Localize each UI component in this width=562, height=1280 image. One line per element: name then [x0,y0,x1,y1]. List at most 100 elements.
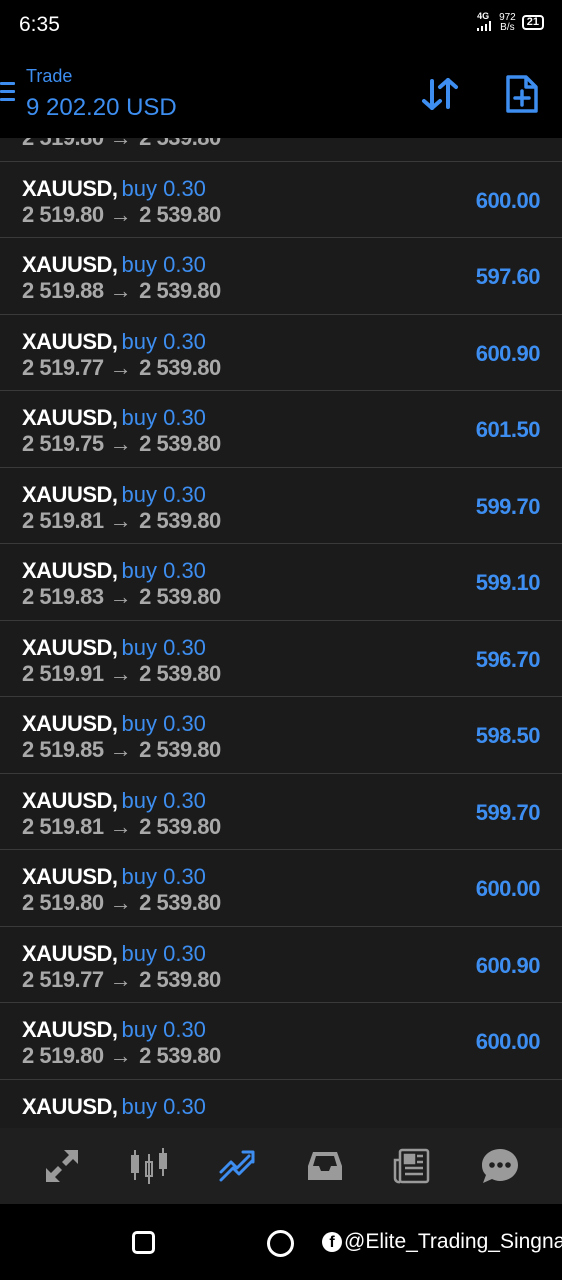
menu-icon[interactable] [0,82,15,106]
open-price: 2 519.77 [22,966,104,992]
app-header: Trade 9 202.20 USD [0,52,562,138]
history-icon [307,1152,342,1180]
arrow-icon: → [109,584,132,609]
quotes-icon [45,1150,78,1182]
position-row[interactable]: XAUUSD,buy 0.302 519.80→2 539.80600.00 [0,138,562,162]
position-prices: 2 519.80→ 2 539.80 [22,202,221,228]
open-price: 2 519.80 [22,890,104,915]
sort-button[interactable] [420,76,460,112]
recent-apps-button[interactable] [132,1231,155,1254]
position-symbol: XAUUSD, [22,252,118,277]
position-header: XAUUSD, buy 0.30 [22,405,206,431]
position-profit: 597.60 [475,264,541,289]
position-row[interactable]: XAUUSD,buy 0.302 519.80→2 539.80600.00 [0,161,562,238]
messages-icon [482,1149,519,1183]
add-document-icon [506,75,538,113]
network-indicator: 4G [477,12,493,33]
current-price: 2 539.80 [139,201,221,227]
position-prices: 2 519.88 → 2 539.80 [22,278,221,304]
bottom-navigation [0,1128,562,1204]
position-header: XAUUSD, buy 0.30 [22,176,206,202]
position-row[interactable]: XAUUSD,buy 0.302 519.80→2 539.80600.00 [0,850,562,927]
account-balance: 9 202.20 USD [26,94,177,121]
position-row[interactable]: XAUUSD, buy 0.30 2 519.85 → 2 539.80 598.50 [0,697,562,774]
position-row[interactable]: XAUUSD, buy 0.30 2 519.83 → 2 539.80 599.10 [0,544,562,621]
nav-history[interactable] [302,1143,348,1189]
open-price: 2 519.88 [22,278,104,303]
position-side: buy 0.30 [121,175,206,201]
position-header: XAUUSD, buy 0.30 [22,864,206,890]
position-profit: 598.50 [475,723,541,748]
position-row[interactable]: XAUUSD, buy 0.30 2 519.77 → 2 539.80 600.90 [0,926,562,1003]
open-price: 2 519.77 [22,354,104,380]
arrow-icon: → [109,966,132,992]
open-price: 2 519.81 [22,813,104,839]
position-header: XAUUSD, buy 0.30 [22,1094,206,1120]
position-profit: 600.90 [475,340,541,366]
arrow-icon: → [109,660,132,686]
position-row[interactable]: XAUUSD, buy 0.30 2 519.77 → 2 539.80 600.90 [0,314,562,391]
position-header: XAUUSD, buy 0.30 [22,1017,206,1043]
position-side: buy 0.30 [121,864,206,889]
home-button[interactable] [267,1230,294,1257]
position-side: buy 0.30 [121,405,206,430]
current-price: 2 539.80 [139,890,221,915]
open-price: 2 519.81 [22,507,104,533]
news-icon [394,1148,430,1184]
nav-messages[interactable] [477,1143,523,1189]
position-row[interactable]: XAUUSD, buy 0.30 2 519.88 → 2 539.80 597.60 [0,238,562,315]
nav-chart[interactable] [126,1143,172,1189]
arrow-icon: → [109,278,132,303]
open-price: 2 519.80 [22,138,104,150]
position-prices: 2 519.80→2 539.80 [22,1043,221,1069]
position-symbol: XAUUSD, [22,1017,118,1042]
position-row[interactable]: XAUUSD, buy 0.30 2 519.91 → 2 539.80 596.70 [0,620,562,697]
open-price: 2 519.80 [22,201,104,227]
position-symbol: XAUUSD, [22,558,118,583]
position-profit: 601.50 [475,417,541,442]
status-time: 6:35 [19,13,60,36]
page-title: Trade [26,66,73,86]
arrow-icon: → [109,890,132,915]
position-profit: 600.00 [475,1029,541,1054]
arrow-icon: → [109,431,132,456]
position-header: XAUUSD, buy 0.30 [22,252,206,278]
position-row[interactable]: XAUUSD, buy 0.30 2 519.75 → 2 539.80 601.50 [0,391,562,468]
nav-trade[interactable] [214,1143,260,1189]
open-price: 2 519.91 [22,660,104,686]
battery-icon: 21 [521,15,544,30]
position-row[interactable]: XAUUSD, buy 0.30 2 519.81 → 2 539.80 599.70 [0,773,562,850]
position-symbol: XAUUSD, [22,328,118,354]
position-header: XAUUSD, buy 0.30 [22,788,206,814]
arrow-icon: → [109,201,132,227]
position-prices: 2 519.81 → 2 539.80 [22,814,221,840]
arrow-icon: → [109,737,132,762]
position-prices: 2 519.85 → 2 539.80 [22,737,221,763]
position-row[interactable]: XAUUSD, buy 0.30 2 519.81 → 2 539.80 599.70 [0,467,562,544]
position-symbol: XAUUSD, [22,864,118,889]
current-price: 2 539.80 [139,813,221,839]
position-profit: 596.70 [475,646,541,672]
position-prices: 2 519.80→ 2 539.80 [22,890,221,916]
positions-list[interactable]: XAUUSD, buy 0.30 2 519.80 → 2 539.80 600.00 XA… [0,138,562,1128]
position-header: XAUUSD, buy 0.30 [22,711,206,737]
system-navigation: f @Elite_Trading_Singnal [0,1204,562,1280]
nav-news[interactable] [389,1143,435,1189]
position-row[interactable]: XAUUSD,buy 0.302 519.80→2 539.80 600.00 [0,1003,562,1080]
nav-quotes[interactable] [39,1143,85,1189]
position-row[interactable]: XAUUSD, buy 0.30 [0,1079,562,1128]
arrow-icon: → [109,813,132,839]
position-header: XAUUSD, buy 0.30 [22,635,206,661]
position-side: buy 0.30 [121,1093,206,1119]
status-indicators: 4G 972 B/s 21 [477,12,544,33]
position-prices: 2 519.80→2 539.80 [22,138,221,151]
open-price: 2 519.83 [22,584,104,609]
add-order-button[interactable] [505,74,539,114]
network-speed: 972 B/s [499,11,516,33]
status-bar: 6:35 4G 972 B/s 21 [0,0,562,52]
position-header: XAUUSD, buy 0.30 [22,941,206,967]
current-price: 2 539.80 [139,354,221,380]
sort-icon [422,78,458,110]
facebook-icon: f [322,1232,342,1252]
current-price: 2 539.80 [139,507,221,533]
